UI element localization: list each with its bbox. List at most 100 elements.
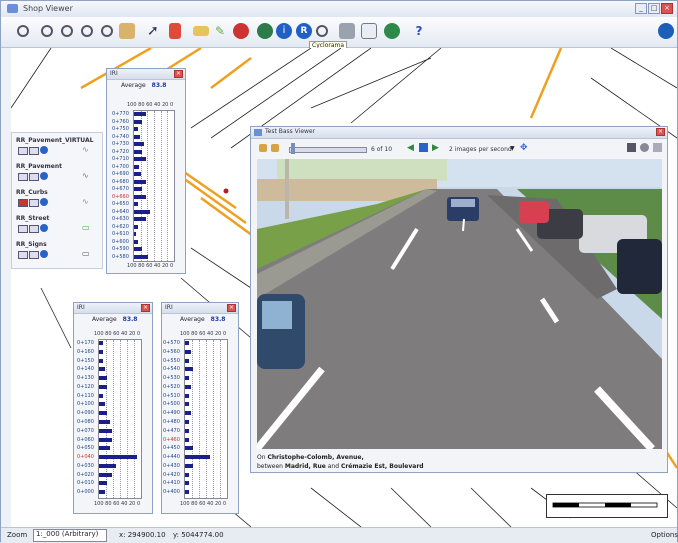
save-icon[interactable] xyxy=(653,143,662,152)
globe-icon[interactable] xyxy=(384,23,400,39)
visibility-icon[interactable] xyxy=(40,224,48,232)
station-label: 0+060 xyxy=(77,436,94,443)
chevron-down-icon[interactable]: ▼ xyxy=(510,145,515,152)
maximize-button[interactable]: □ xyxy=(648,3,660,14)
station-label: 0+750 xyxy=(112,126,129,132)
grid-line xyxy=(127,340,128,498)
options-button[interactable]: Options xyxy=(651,531,678,539)
layer-style-icon[interactable] xyxy=(29,147,39,155)
layer-item[interactable]: RR_Pavement ∿ xyxy=(14,161,100,185)
layer-style-icon[interactable] xyxy=(29,173,39,181)
zoom-next-icon[interactable] xyxy=(101,25,113,37)
iri-bar xyxy=(185,420,190,424)
axis-ticks-bottom: 100 80 60 40 20 0 xyxy=(127,263,174,269)
station-label: 0+050 xyxy=(77,445,94,452)
layer-item[interactable]: RR_Street ▭ xyxy=(14,213,100,237)
pan-left-icon[interactable] xyxy=(259,144,267,152)
station-label: 0+010 xyxy=(77,480,94,487)
layer-style-icon[interactable] xyxy=(29,251,39,259)
grid-icon[interactable] xyxy=(627,143,636,152)
average-label: Average xyxy=(121,82,146,89)
close-icon[interactable]: × xyxy=(174,70,183,78)
zoom-out-icon[interactable] xyxy=(41,25,53,37)
globe-nav-icon[interactable] xyxy=(257,23,273,39)
panel-title: IRI xyxy=(77,304,85,311)
station-label: 0+630 xyxy=(112,216,129,222)
settings-icon[interactable] xyxy=(640,143,649,152)
iri-bar xyxy=(99,455,137,460)
iri-bar xyxy=(99,402,106,407)
layer-checkbox[interactable] xyxy=(18,251,28,259)
close-icon[interactable]: × xyxy=(656,128,665,136)
visibility-icon[interactable] xyxy=(40,250,48,258)
average-value: 83.8 xyxy=(122,316,138,323)
scale-bar xyxy=(546,494,668,518)
prev-frame-icon[interactable]: ◀ xyxy=(407,143,414,153)
iri-bar xyxy=(99,411,108,416)
layer-checkbox[interactable] xyxy=(18,225,28,233)
axis-ticks-bottom: 100 80 60 40 20 0 xyxy=(94,501,141,507)
zoom-field[interactable]: 1:_000 (Arbitrary) xyxy=(33,529,107,542)
station-label: 0+620 xyxy=(112,223,129,230)
iri-bar xyxy=(185,349,192,354)
visibility-icon[interactable] xyxy=(40,146,48,154)
grid-line xyxy=(160,111,162,261)
layer-style-icon[interactable] xyxy=(29,225,39,233)
stop-icon[interactable] xyxy=(233,23,249,39)
info-icon[interactable]: i xyxy=(276,23,292,39)
iri-panel-bottom-left: IRI × Average 83.8 100 80 60 40 20 0 0+170… xyxy=(73,302,153,514)
speed-select[interactable]: 2 images per second xyxy=(449,146,512,153)
iri-bar xyxy=(99,463,116,468)
zoom-prev-icon[interactable] xyxy=(81,25,93,37)
pause-icon[interactable] xyxy=(419,143,428,152)
station-label: 0+480 xyxy=(163,419,180,425)
select-icon[interactable]: ➚ xyxy=(147,23,163,39)
sync-icon[interactable]: ✥ xyxy=(520,143,528,153)
iri-bar xyxy=(134,119,142,124)
frame-slider-handle[interactable] xyxy=(291,143,295,154)
frame-slider[interactable] xyxy=(289,147,367,153)
close-icon[interactable]: × xyxy=(227,304,236,312)
iri-bar xyxy=(134,134,140,139)
close-icon[interactable]: × xyxy=(141,304,150,312)
help-icon[interactable]: ? xyxy=(411,23,427,39)
identify-icon[interactable]: ✎ xyxy=(215,23,231,39)
line-symbol-icon: ∿ xyxy=(82,145,89,154)
email-icon[interactable] xyxy=(361,23,377,39)
location-caption: On Christophe-Colomb, Avenue, between Ma… xyxy=(257,453,424,471)
iri-bar xyxy=(134,217,146,221)
layer-checkbox[interactable] xyxy=(18,199,28,207)
caption-cross-street-a: Madrid, Rue xyxy=(284,463,326,470)
station-label: 0+550 xyxy=(163,357,180,364)
layer-checkbox[interactable] xyxy=(18,147,28,155)
zoom-extent-icon[interactable] xyxy=(61,25,73,37)
layer-item[interactable]: RR_Pavement_VIRTUAL ∿ xyxy=(14,135,100,159)
x-coordinate: x: 294900.10 xyxy=(119,531,166,539)
grid-line xyxy=(154,111,155,261)
visibility-icon[interactable] xyxy=(40,172,48,180)
layer-checkbox[interactable] xyxy=(18,173,28,181)
close-button[interactable]: × xyxy=(661,3,673,14)
zoom-in-icon[interactable] xyxy=(17,25,29,37)
visibility-icon[interactable] xyxy=(40,198,48,206)
pan-right-icon[interactable] xyxy=(271,144,279,152)
search-icon[interactable] xyxy=(316,25,328,37)
layer-style-icon[interactable] xyxy=(29,199,39,207)
cyclorama-icon[interactable]: R xyxy=(296,23,312,39)
measure-icon[interactable] xyxy=(169,23,181,39)
world-icon[interactable] xyxy=(658,23,674,39)
iri-bar xyxy=(134,187,142,191)
layer-item[interactable]: RR_Signs ▭ xyxy=(14,239,100,263)
print-icon[interactable] xyxy=(339,23,355,39)
station-label: 0+710 xyxy=(112,156,129,162)
pan-icon[interactable] xyxy=(119,23,135,39)
layer-icon[interactable] xyxy=(193,26,209,36)
iri-bar xyxy=(134,172,142,176)
layer-item[interactable]: RR_Curbs ∿ xyxy=(14,187,100,211)
street-photo[interactable] xyxy=(257,159,662,449)
iri-bar xyxy=(134,209,150,214)
next-frame-icon[interactable]: ▶ xyxy=(432,143,439,153)
iri-bar xyxy=(185,393,190,398)
minimize-button[interactable]: _ xyxy=(635,3,647,14)
iri-bar xyxy=(134,149,142,154)
